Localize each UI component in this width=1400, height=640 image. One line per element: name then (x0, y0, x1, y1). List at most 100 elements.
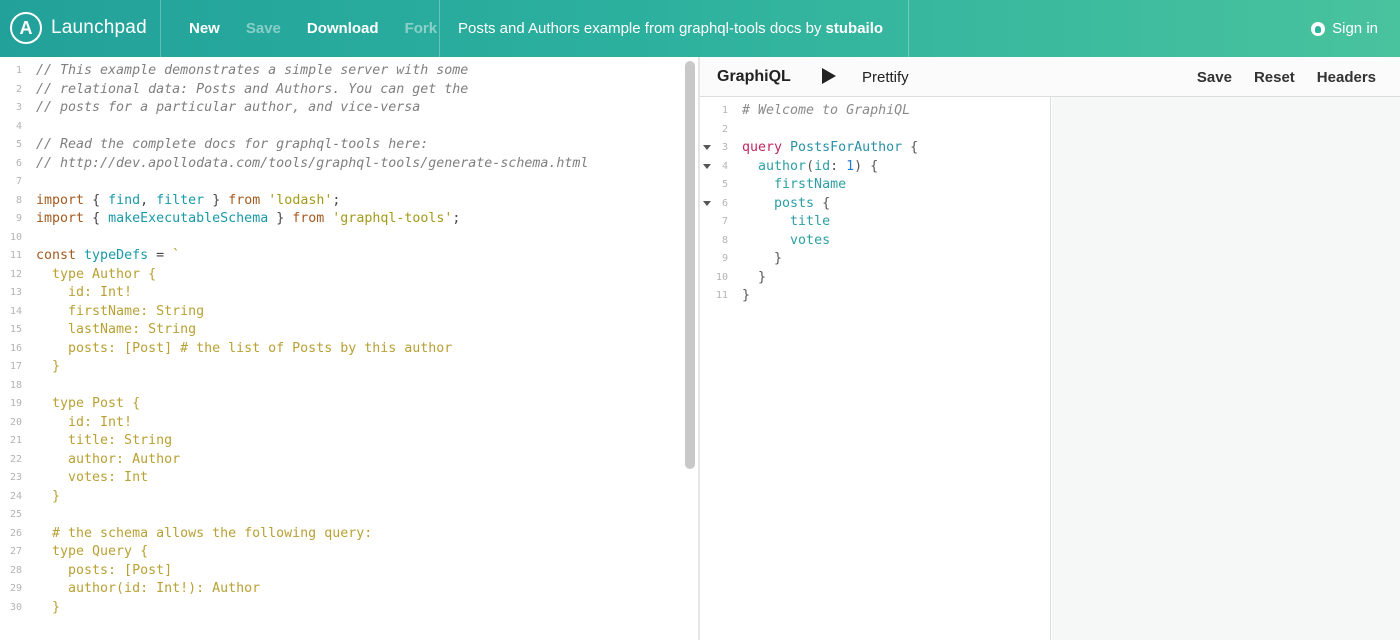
code-text: lastName: String (36, 322, 197, 337)
new-button[interactable]: New (189, 20, 220, 37)
query-line[interactable]: 6 posts { (700, 195, 1050, 214)
code-line[interactable]: 13 id: Int! (0, 284, 680, 303)
code-line[interactable]: 14 firstName: String (0, 303, 680, 322)
code-text: votes: Int (36, 470, 149, 485)
code-text: firstName: String (36, 303, 205, 319)
line-number: 17 (9, 361, 22, 372)
github-icon (1311, 21, 1326, 36)
code-line[interactable]: 15 lastName: String (0, 321, 680, 340)
fold-toggle-icon[interactable] (703, 163, 711, 169)
brand[interactable]: A Launchpad (10, 10, 147, 46)
code-line[interactable]: 6 // http://dev.apollodata.com/tools/grap… (0, 155, 680, 174)
header-divider (908, 0, 909, 57)
code-line[interactable]: 16 posts: [Post] # the list of Posts by … (0, 340, 680, 359)
line-number: 1 (721, 105, 728, 116)
code-line[interactable]: 5 // Read the complete docs for graphql-t… (0, 136, 680, 155)
code-text: # the schema allows the following query: (36, 525, 373, 541)
graphiql-actions: Save Reset Headers (1197, 69, 1376, 86)
fold-toggle-icon[interactable] (703, 200, 711, 206)
line-number: 30 (9, 601, 22, 613)
sign-in-label: Sign in (1332, 20, 1378, 37)
code-line[interactable]: 10 (0, 229, 680, 248)
query-line[interactable]: 4 author(id: 1) { (700, 158, 1050, 177)
line-number: 16 (9, 342, 22, 354)
query-line[interactable]: 3 query PostsForAuthor { (700, 139, 1050, 158)
line-number: 27 (9, 546, 22, 557)
line-number: 8 (721, 234, 728, 246)
save-button[interactable]: Save (246, 20, 281, 37)
code-line[interactable]: 7 (0, 173, 680, 192)
sign-in-button[interactable]: Sign in (1311, 0, 1378, 57)
prettify-button[interactable]: Prettify (862, 69, 909, 86)
code-line[interactable]: 22 author: Author (0, 451, 680, 470)
code-line[interactable]: 18 (0, 377, 680, 396)
pad-author-link[interactable]: stubailo (826, 20, 884, 37)
line-number: 8 (15, 194, 22, 206)
code-line[interactable]: 26 # the schema allows the following que… (0, 525, 680, 544)
query-line[interactable]: 9 } (700, 250, 1050, 269)
graphiql-logo: GraphiQL (717, 68, 791, 85)
code-line[interactable]: 12 type Author { (0, 266, 680, 285)
query-text: votes (790, 232, 831, 248)
code-line[interactable]: 21 title: String (0, 432, 680, 451)
graphiql-query-editor[interactable]: 1 # Welcome to GraphiQL 2 3 query PostsForAu… (700, 97, 1051, 640)
code-line[interactable]: 29 author(id: Int!): Author (0, 580, 680, 599)
line-number: 25 (9, 509, 22, 520)
query-line[interactable]: 1 # Welcome to GraphiQL (700, 102, 1050, 121)
launchpad-logo-icon: A (10, 12, 42, 44)
code-line[interactable]: 20 id: Int! (0, 414, 680, 433)
run-query-icon[interactable] (822, 68, 836, 84)
line-number: 3 (15, 102, 22, 113)
code-line[interactable]: 19 type Post { (0, 395, 680, 414)
code-line[interactable]: 23 votes: Int (0, 469, 680, 488)
code-text: import { makeExecutableSchema } from 'gr… (36, 211, 461, 226)
pad-title-text: Posts and Authors example from graphql-t… (458, 20, 822, 37)
code-line[interactable]: 11 const typeDefs = ` (0, 247, 680, 266)
code-text: } (36, 599, 61, 615)
query-line[interactable]: 11} (700, 287, 1050, 306)
code-text: // http://dev.apollodata.com/tools/graph… (36, 155, 589, 171)
fold-toggle-icon[interactable] (703, 145, 711, 150)
line-number: 6 (15, 157, 22, 169)
code-line[interactable]: 17 } (0, 358, 680, 377)
code-line[interactable]: 30 } (0, 599, 680, 618)
code-line[interactable]: 8 import { find, filter } from 'lodash'; (0, 192, 680, 211)
code-text: author: Author (36, 451, 181, 467)
code-line[interactable]: 25 (0, 506, 680, 525)
line-number: 21 (9, 435, 22, 446)
line-number: 10 (715, 271, 728, 283)
fork-button[interactable]: Fork (405, 20, 438, 37)
query-text: query PostsForAuthor { (742, 140, 919, 155)
code-line[interactable]: 1 // This example demonstrates a simple s… (0, 62, 680, 81)
graphiql-save-button[interactable]: Save (1197, 69, 1232, 86)
server-code-editor[interactable]: 1 // This example demonstrates a simple s… (0, 57, 698, 640)
code-line[interactable]: 2 // relational data: Posts and Authors. … (0, 81, 680, 100)
code-line[interactable]: 9 import { makeExecutableSchema } from 'g… (0, 210, 680, 229)
code-text: type Post { (36, 396, 141, 411)
code-text: // relational data: Posts and Authors. Y… (36, 81, 469, 97)
graphiql-headers-button[interactable]: Headers (1317, 69, 1376, 86)
code-line[interactable]: 4 (0, 118, 680, 137)
code-text: // posts for a particular author, and vi… (36, 100, 421, 115)
code-text: posts: [Post] (36, 562, 173, 578)
line-number: 23 (9, 472, 22, 483)
query-line[interactable]: 7 title (700, 213, 1050, 232)
code-line[interactable]: 24 } (0, 488, 680, 507)
editor-scrollbar[interactable] (685, 61, 695, 469)
query-line[interactable]: 5 firstName (700, 176, 1050, 195)
pad-title: Posts and Authors example from graphql-t… (458, 0, 883, 57)
line-number: 4 (15, 120, 22, 132)
code-line[interactable]: 28 posts: [Post] (0, 562, 680, 581)
line-number: 29 (9, 583, 22, 594)
line-number: 26 (9, 527, 22, 539)
line-number: 11 (715, 290, 728, 301)
download-button[interactable]: Download (307, 20, 379, 37)
query-line[interactable]: 10 } (700, 269, 1050, 288)
code-line[interactable]: 27 type Query { (0, 543, 680, 562)
query-line[interactable]: 2 (700, 121, 1050, 140)
query-line[interactable]: 8 votes (700, 232, 1050, 251)
graphiql-reset-button[interactable]: Reset (1254, 69, 1295, 86)
query-text: posts { (774, 195, 831, 211)
code-line[interactable]: 3 // posts for a particular author, and v… (0, 99, 680, 118)
code-text: author(id: Int!): Author (36, 581, 261, 596)
